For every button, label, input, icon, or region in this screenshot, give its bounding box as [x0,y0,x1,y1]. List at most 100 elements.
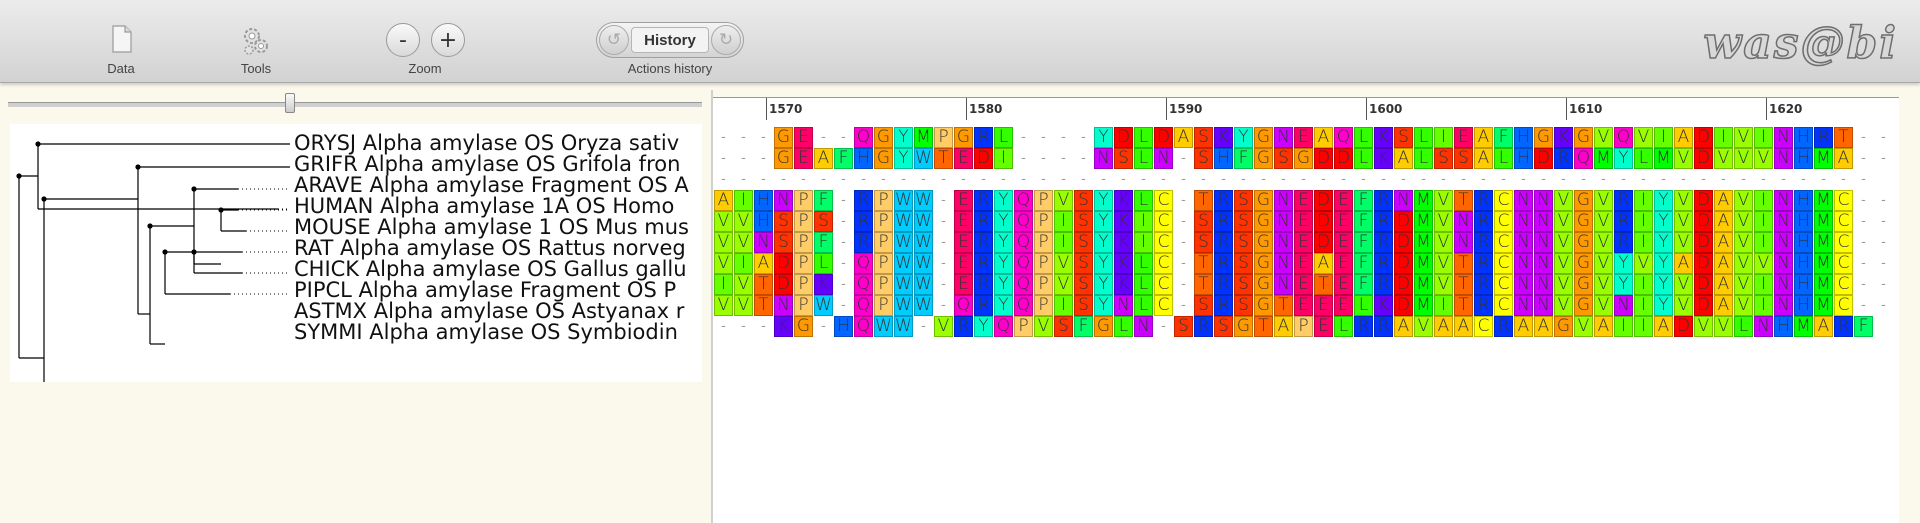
alignment-residue: G [874,127,893,148]
alignment-gap: - [1541,172,1546,187]
alignment-residue: V [1574,316,1593,337]
alignment-residue: V [1554,253,1573,274]
alignment-residue: F [1354,232,1373,253]
zoom-out-button[interactable]: - [386,23,420,57]
ruler-tick [1766,98,1767,120]
alignment-residue: L [1494,148,1513,169]
alignment-gap: - [1881,298,1886,313]
alignment-residue: C [1154,274,1173,295]
gears-icon [244,28,268,55]
app-logo: was@bi [1703,17,1898,70]
alignment-residue: E [954,190,973,211]
alignment-residue: P [874,274,893,295]
alignment-residue: N [1774,295,1793,316]
alignment-gap: - [841,193,846,208]
alignment-residue: N [1534,211,1553,232]
alignment-residue: M [1814,148,1833,169]
alignment-residue: R [854,232,873,253]
alignment-residue: V [1594,274,1613,295]
alignment-gap: - [1881,235,1886,250]
alignment-residue: V [1754,148,1773,169]
alignment-residue: N [1774,253,1793,274]
alignment-residue: Y [994,190,1013,211]
alignment-residue: V [1594,127,1613,148]
alignment-residue: L [1414,127,1433,148]
alignment-residue: E [1334,253,1353,274]
tree-zoom-slider-handle[interactable] [285,93,295,113]
alignment-residue: G [774,148,793,169]
alignment-gap: - [1181,172,1186,187]
alignment-gap: - [1621,172,1626,187]
data-button[interactable] [104,24,138,54]
tree-zoom-slider-track[interactable] [8,102,702,107]
alignment-residue: R [974,253,993,274]
alignment-gap: - [821,319,826,334]
alignment-gap: - [1881,256,1886,271]
alignment-residue: R [1614,232,1633,253]
alignment-residue: W [914,232,933,253]
undo-button[interactable]: ↺ [599,25,629,55]
alignment-gap: - [1721,172,1726,187]
alignment-residue: T [1274,295,1293,316]
alignment-residue: D [1394,232,1413,253]
alignment-residue: F [1494,127,1513,148]
alignment-residue: Y [1094,253,1113,274]
alignment-gap: - [741,151,746,166]
sequence-name[interactable]: SYMMI Alpha amylase OS Symbiodin [294,320,678,344]
alignment-residue: Q [1574,148,1593,169]
alignment-residue: G [1094,316,1113,337]
alignment-residue: V [1414,316,1433,337]
alignment-residue: P [874,190,893,211]
history-button[interactable]: History [631,27,709,53]
alignment-gap: - [941,235,946,250]
alignment-residue: H [1514,127,1533,148]
alignment-residue: P [1034,190,1053,211]
alignment-residue: Q [1334,127,1353,148]
alignment-residue: V [1674,148,1693,169]
alignment-residue: V [1734,274,1753,295]
alignment-residue: P [794,253,813,274]
alignment-residue: A [1314,253,1333,274]
alignment-gap: - [1061,130,1066,145]
alignment-residue: F [814,232,833,253]
alignment-residue: V [1554,274,1573,295]
alignment-residue: V [1554,211,1573,232]
tools-button[interactable] [240,25,272,57]
alignment-gap: - [1241,172,1246,187]
alignment-residue: L [1134,274,1153,295]
redo-button[interactable]: ↻ [711,25,741,55]
alignment-gap: - [1201,172,1206,187]
alignment-residue: G [1574,127,1593,148]
alignment-residue: T [1314,274,1333,295]
alignment-residue: V [1554,232,1573,253]
alignment-gap: - [1861,277,1866,292]
alignment-gap: - [1881,151,1886,166]
alignment-grid[interactable]: ---GE--QGYMPGRL----YDLDASKYGNEAQLKSLIEAF… [713,120,1899,523]
alignment-residue: A [1714,211,1733,232]
zoom-in-button[interactable]: + [431,23,465,57]
alignment-residue: M [914,127,933,148]
alignment-residue: Q [1014,190,1033,211]
alignment-residue: A [1534,316,1553,337]
alignment-gap: - [1021,151,1026,166]
alignment-residue: R [854,190,873,211]
alignment-gap: - [1641,172,1646,187]
alignment-residue: K [1374,295,1393,316]
alignment-residue: I [1614,316,1633,337]
alignment-residue: D [1694,190,1713,211]
actions-history-label: Actions history [627,61,713,76]
alignment-residue: E [1334,190,1353,211]
alignment-residue: G [1574,295,1593,316]
alignment-residue: R [1834,316,1853,337]
alignment-residue: N [1274,190,1293,211]
alignment-residue: M [1814,253,1833,274]
alignment-residue: W [894,190,913,211]
alignment-residue: I [734,253,753,274]
alignment-residue: I [1054,295,1073,316]
alignment-residue: K [1374,127,1393,148]
alignment-residue: V [1434,253,1453,274]
alignment-gap: - [821,172,826,187]
alignment-residue: G [1254,253,1273,274]
alignment-residue: C [1474,316,1493,337]
alignment-residue: F [814,190,833,211]
